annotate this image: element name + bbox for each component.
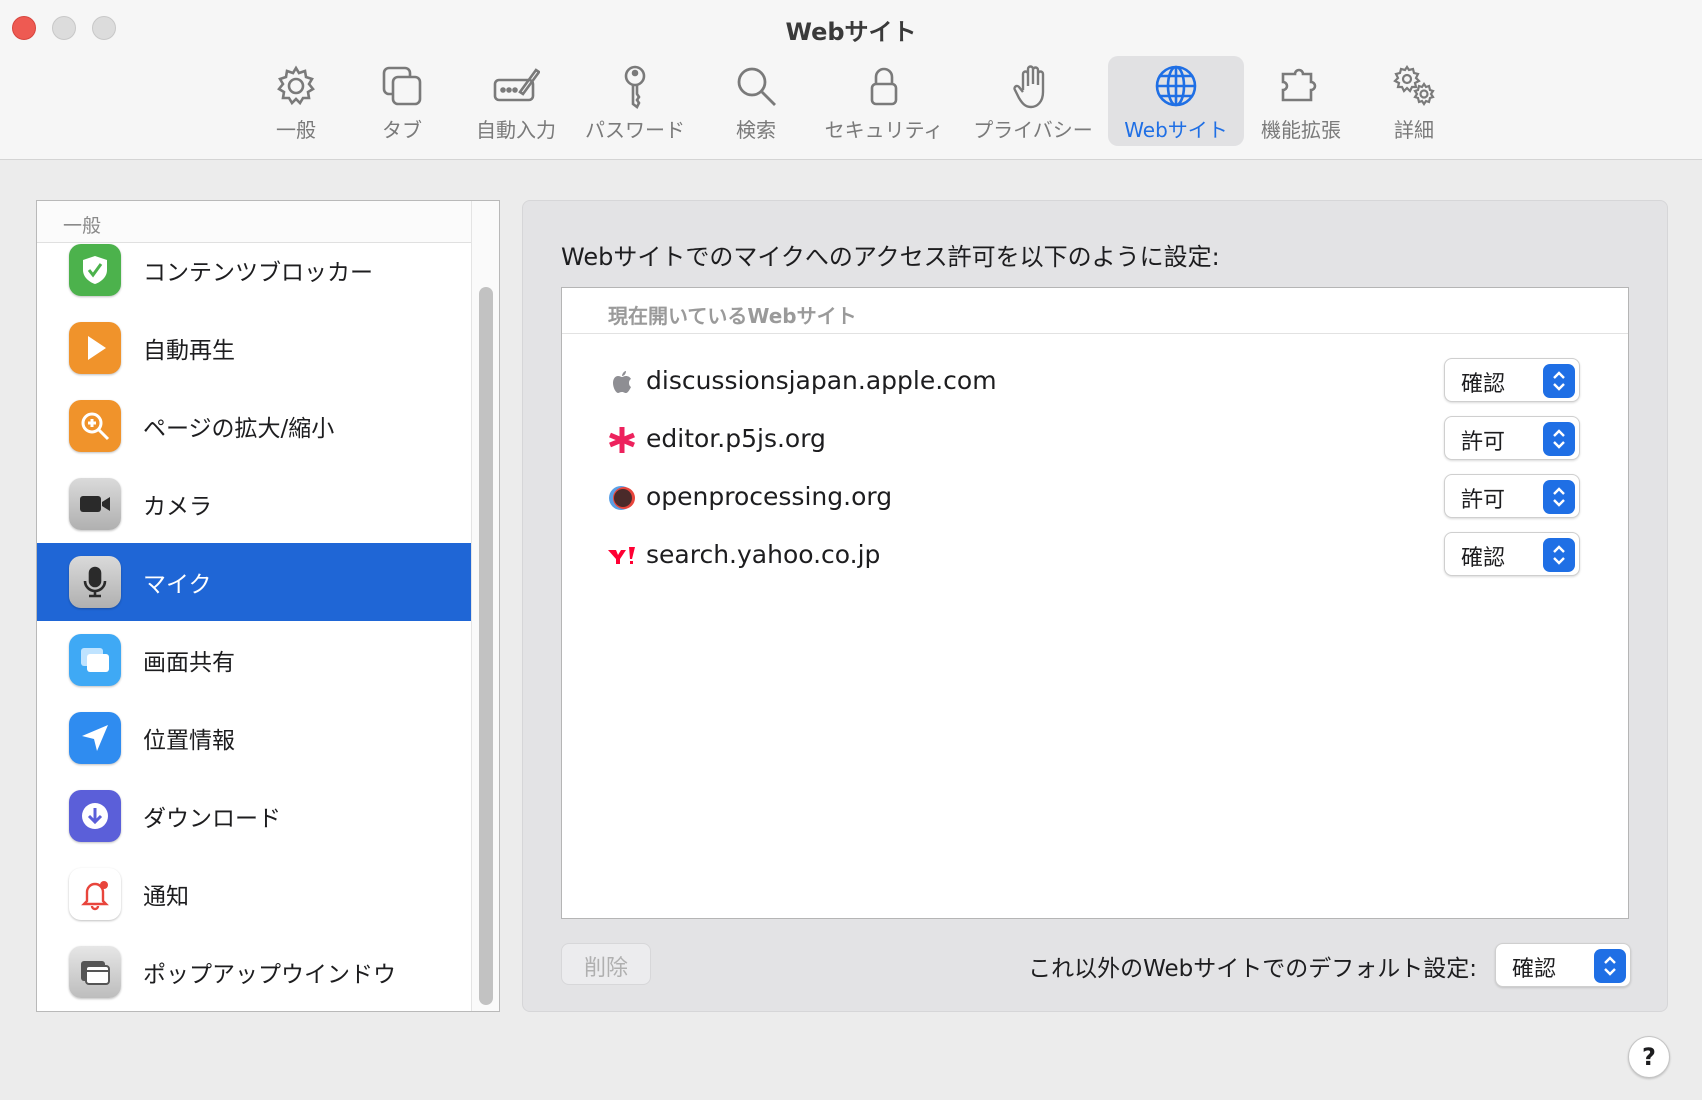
play-icon xyxy=(69,322,121,374)
chevron-up-down-icon xyxy=(1594,949,1626,983)
site-permission-popup[interactable]: 確認 xyxy=(1444,358,1580,402)
video-camera-icon xyxy=(69,478,121,530)
tab-websites[interactable]: Webサイト xyxy=(1108,56,1244,146)
chevron-up-down-icon xyxy=(1543,364,1575,398)
popup-value: 確認 xyxy=(1512,957,1557,982)
tab-label: タブ xyxy=(382,118,422,142)
site-row[interactable]: editor.p5js.org 許可 xyxy=(562,410,1628,468)
help-button[interactable]: ? xyxy=(1628,1036,1670,1078)
chevron-up-down-icon xyxy=(1543,480,1575,514)
sidebar-item-label: ページの拡大/縮小 xyxy=(143,416,335,442)
site-permission-popup[interactable]: 許可 xyxy=(1444,416,1580,460)
sidebar-item-location[interactable]: 位置情報 xyxy=(37,699,471,777)
search-icon xyxy=(737,67,776,106)
location-arrow-icon xyxy=(69,712,121,764)
site-row[interactable]: search.yahoo.co.jp 確認 xyxy=(562,526,1628,584)
p5js-asterisk-icon xyxy=(606,424,638,456)
sidebar-item-label: マイク xyxy=(143,572,212,598)
bell-icon xyxy=(69,868,121,920)
site-name: search.yahoo.co.jp xyxy=(646,540,881,569)
popup-value: 許可 xyxy=(1461,488,1506,513)
zoom-icon xyxy=(69,400,121,452)
tab-tabs[interactable]: タブ xyxy=(358,56,446,146)
default-setting-label: これ以外のWebサイトでのデフォルト設定: xyxy=(1028,956,1477,982)
sidebar-item-downloads[interactable]: ダウンロード xyxy=(37,777,471,855)
tab-label: セキュリティ xyxy=(824,118,944,142)
settings-panel: Webサイトでのマイクへのアクセス許可を以下のように設定: 現在開いているWeb… xyxy=(522,200,1668,1012)
shield-check-icon xyxy=(69,244,121,296)
panel-heading: Webサイトでのマイクへのアクセス許可を以下のように設定: xyxy=(561,243,1220,271)
tab-label: 機能拡張 xyxy=(1261,118,1341,142)
popup-value: 確認 xyxy=(1461,372,1506,397)
site-name: openprocessing.org xyxy=(646,482,893,511)
default-permission-popup[interactable]: 確認 xyxy=(1495,943,1631,987)
key-icon xyxy=(624,65,646,109)
chevron-up-down-icon xyxy=(1543,538,1575,572)
globe-icon xyxy=(1155,65,1197,107)
site-permission-popup[interactable]: 確認 xyxy=(1444,532,1580,576)
tab-search[interactable]: 検索 xyxy=(712,56,800,146)
site-row[interactable]: openprocessing.org 許可 xyxy=(562,468,1628,526)
sidebar-item-popup-windows[interactable]: ポップアップウインドウ xyxy=(37,933,471,1011)
popup-value: 許可 xyxy=(1461,430,1506,455)
tab-label: プライバシー xyxy=(973,118,1093,142)
tab-label: 検索 xyxy=(736,118,776,142)
lock-icon xyxy=(870,67,898,106)
sidebar-item-label: 画面共有 xyxy=(143,650,235,676)
tab-label: 一般 xyxy=(276,118,316,142)
sidebar-item-label: 位置情報 xyxy=(143,728,235,754)
sidebar: 一般 コンテンツブロッカー 自動再生 ページの拡大/縮小 カメラ マイク 画面共… xyxy=(36,200,500,1012)
tab-extensions[interactable]: 機能拡張 xyxy=(1254,56,1348,146)
sidebar-item-label: ダウンロード xyxy=(143,806,281,832)
download-icon xyxy=(69,790,121,842)
popup-window-icon xyxy=(69,946,121,998)
openprocessing-icon xyxy=(606,482,638,514)
sidebar-item-content-blockers[interactable]: コンテンツブロッカー xyxy=(37,231,471,309)
screen-share-icon xyxy=(69,634,121,686)
chevron-up-down-icon xyxy=(1543,422,1575,456)
sidebar-scrollbar-thumb[interactable] xyxy=(479,287,493,1005)
tab-privacy[interactable]: プライバシー xyxy=(970,56,1096,146)
tab-label: Webサイト xyxy=(1124,118,1228,142)
tab-passwords[interactable]: パスワード xyxy=(580,56,690,146)
sidebar-item-page-zoom[interactable]: ページの拡大/縮小 xyxy=(37,387,471,465)
sidebar-item-label: 通知 xyxy=(143,884,189,910)
yahoo-icon xyxy=(606,540,638,572)
sidebar-scrollbar[interactable] xyxy=(471,201,499,1011)
microphone-icon xyxy=(69,556,121,608)
tab-advanced[interactable]: 詳細 xyxy=(1370,56,1458,146)
popup-value: 確認 xyxy=(1461,546,1506,571)
sidebar-item-label: カメラ xyxy=(143,494,212,520)
site-name: discussionsjapan.apple.com xyxy=(646,366,997,395)
sidebar-item-autoplay[interactable]: 自動再生 xyxy=(37,309,471,387)
tab-label: 詳細 xyxy=(1394,118,1434,142)
tab-label: パスワード xyxy=(585,118,685,142)
site-permission-popup[interactable]: 許可 xyxy=(1444,474,1580,518)
tab-general[interactable]: 一般 xyxy=(252,56,340,146)
site-list: 現在開いているWebサイト discussionsjapan.apple.com… xyxy=(561,287,1629,919)
title-bar: Webサイト 一般 タブ 自動入力 パスワード 検索 セキュリティ プライバシー… xyxy=(0,0,1702,160)
site-list-header: 現在開いているWebサイト xyxy=(562,288,1628,334)
sidebar-item-label: ポップアップウインドウ xyxy=(143,962,396,988)
hand-icon xyxy=(1013,65,1045,109)
gears-icon xyxy=(1393,65,1435,106)
autofill-icon xyxy=(493,68,540,102)
sidebar-item-camera[interactable]: カメラ xyxy=(37,465,471,543)
delete-button[interactable]: 削除 xyxy=(561,943,651,985)
sidebar-item-screen-sharing[interactable]: 画面共有 xyxy=(37,621,471,699)
gear-icon xyxy=(277,65,315,106)
tab-security[interactable]: セキュリティ xyxy=(818,56,950,146)
sidebar-item-microphone[interactable]: マイク xyxy=(37,543,471,621)
tabs-icon xyxy=(382,66,422,106)
window-title: Webサイト xyxy=(785,18,917,46)
tab-label: 自動入力 xyxy=(476,118,556,142)
sidebar-item-label: コンテンツブロッカー xyxy=(143,260,373,286)
puzzle-icon xyxy=(1281,68,1317,102)
sidebar-item-notifications[interactable]: 通知 xyxy=(37,855,471,933)
tab-autofill[interactable]: 自動入力 xyxy=(472,56,560,146)
site-row[interactable]: discussionsjapan.apple.com 確認 xyxy=(562,352,1628,410)
apple-icon xyxy=(606,366,638,398)
sidebar-item-label: 自動再生 xyxy=(143,338,235,364)
site-name: editor.p5js.org xyxy=(646,424,826,453)
